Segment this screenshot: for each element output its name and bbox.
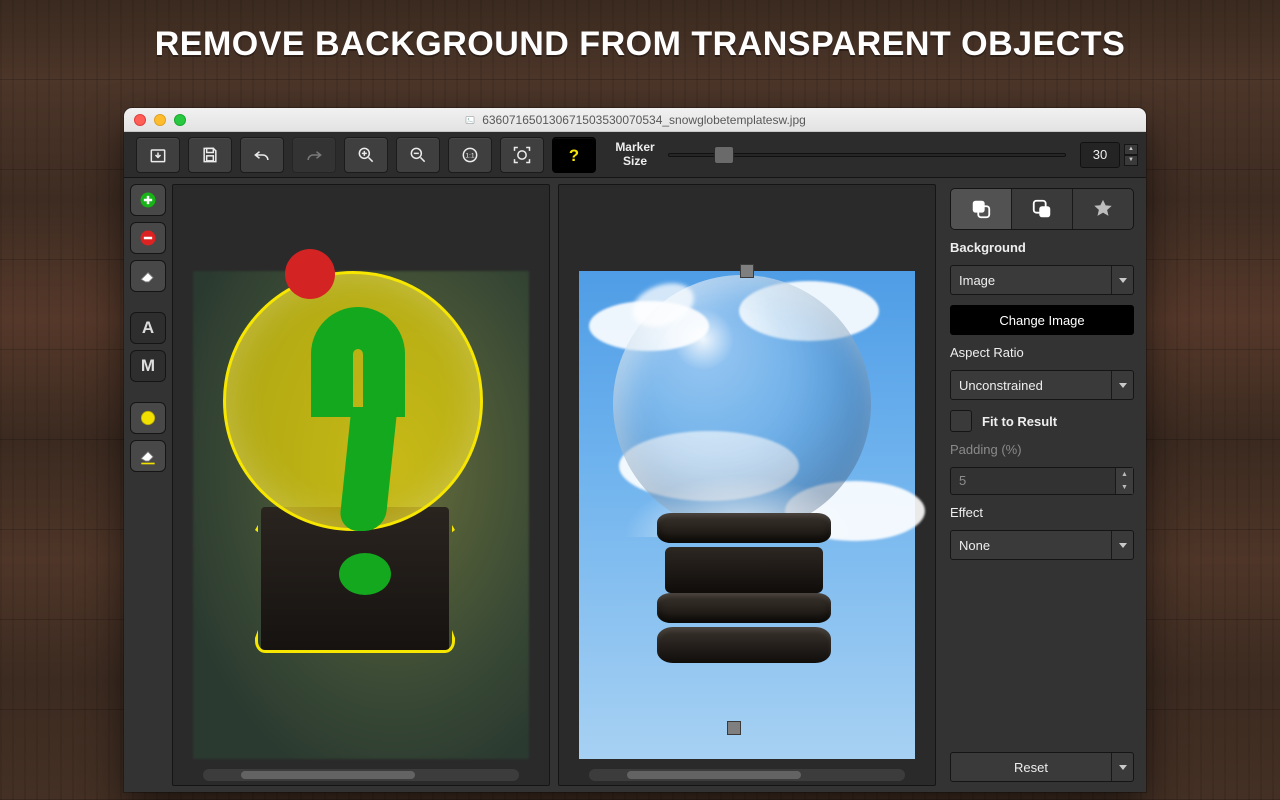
result-scrollbar[interactable] (589, 769, 905, 781)
padding-decrease[interactable]: ▼ (1116, 481, 1133, 494)
padding-label: Padding (%) (950, 442, 1134, 457)
keep-marker-stroke (293, 307, 433, 597)
result-viewport[interactable] (558, 184, 936, 786)
chevron-down-icon (1111, 371, 1133, 399)
fit-to-result-checkbox[interactable] (950, 410, 972, 432)
slider-thumb[interactable] (714, 146, 734, 164)
file-icon (464, 114, 476, 126)
effect-value: None (951, 538, 1111, 553)
source-canvas (193, 271, 529, 759)
save-button[interactable] (188, 137, 232, 173)
fit-to-result-label: Fit to Result (982, 414, 1057, 429)
eraser-tool[interactable] (130, 260, 166, 292)
panel-tabs (950, 188, 1134, 230)
reset-button[interactable]: Reset (950, 752, 1134, 782)
marker-size-decrease[interactable]: ▼ (1124, 155, 1138, 166)
source-viewport[interactable] (172, 184, 550, 786)
svg-text:?: ? (569, 145, 579, 164)
effect-select[interactable]: None (950, 530, 1134, 560)
padding-increase[interactable]: ▲ (1116, 468, 1133, 481)
tab-foreground[interactable] (951, 189, 1011, 229)
marker-size-field: 30 ▲ ▼ (1080, 142, 1138, 168)
result-pedestal (657, 513, 831, 653)
crop-handle-bottom[interactable] (727, 721, 741, 735)
result-canvas (579, 271, 915, 759)
background-mode-select[interactable]: Image (950, 265, 1134, 295)
auto-mode-tool[interactable]: A (130, 312, 166, 344)
change-image-button[interactable]: Change Image (950, 305, 1134, 335)
help-button[interactable]: ? (552, 137, 596, 173)
content-area: A M (124, 178, 1146, 792)
viewports (172, 178, 940, 792)
background-section-title: Background (950, 240, 1134, 255)
reset-label: Reset (951, 753, 1111, 781)
effect-label: Effect (950, 505, 1134, 520)
manual-mode-tool[interactable]: M (130, 350, 166, 382)
crop-handle-top[interactable] (740, 264, 754, 278)
tab-favorites[interactable] (1072, 189, 1133, 229)
chevron-down-icon (1111, 266, 1133, 294)
source-scrollbar[interactable] (203, 769, 519, 781)
remove-marker-tool[interactable] (130, 222, 166, 254)
tab-background[interactable] (1011, 189, 1072, 229)
minimize-window-button[interactable] (154, 114, 166, 126)
padding-field[interactable]: 5 ▲ ▼ (950, 467, 1134, 495)
zoom-in-button[interactable] (344, 137, 388, 173)
window-titlebar: 636071650130671503530070534_snowglobetem… (124, 108, 1146, 132)
tool-column: A M (124, 178, 172, 792)
window-filename: 636071650130671503530070534_snowglobetem… (482, 113, 806, 127)
remove-marker-stroke (285, 249, 335, 299)
close-window-button[interactable] (134, 114, 146, 126)
open-button[interactable] (136, 137, 180, 173)
svg-text:1:1: 1:1 (465, 152, 475, 159)
transparency-marker-tool[interactable] (130, 402, 166, 434)
promo-heading: REMOVE BACKGROUND FROM TRANSPARENT OBJEC… (0, 0, 1280, 88)
transparency-eraser-tool[interactable] (130, 440, 166, 472)
aspect-ratio-value: Unconstrained (951, 378, 1111, 393)
traffic-lights (124, 114, 186, 126)
side-panel: Background Image Change Image Aspect Rat… (940, 178, 1146, 792)
zoom-fit-button[interactable] (500, 137, 544, 173)
chevron-down-icon (1111, 753, 1133, 781)
marker-size-label: Marker Size (610, 141, 660, 167)
chevron-down-icon (1111, 531, 1133, 559)
aspect-ratio-select[interactable]: Unconstrained (950, 370, 1134, 400)
main-toolbar: 1:1 ? Marker Size 30 ▲ ▼ (124, 132, 1146, 178)
padding-value: 5 (951, 468, 1115, 494)
maximize-window-button[interactable] (174, 114, 186, 126)
zoom-out-button[interactable] (396, 137, 440, 173)
redo-button[interactable] (292, 137, 336, 173)
aspect-ratio-label: Aspect Ratio (950, 345, 1134, 360)
app-window: 636071650130671503530070534_snowglobetem… (124, 108, 1146, 792)
window-title: 636071650130671503530070534_snowglobetem… (124, 113, 1146, 127)
marker-size-increase[interactable]: ▲ (1124, 144, 1138, 155)
undo-button[interactable] (240, 137, 284, 173)
marker-size-slider[interactable] (668, 142, 1066, 168)
add-marker-tool[interactable] (130, 184, 166, 216)
background-mode-value: Image (951, 273, 1111, 288)
marker-size-value[interactable]: 30 (1080, 142, 1120, 168)
zoom-actual-button[interactable]: 1:1 (448, 137, 492, 173)
